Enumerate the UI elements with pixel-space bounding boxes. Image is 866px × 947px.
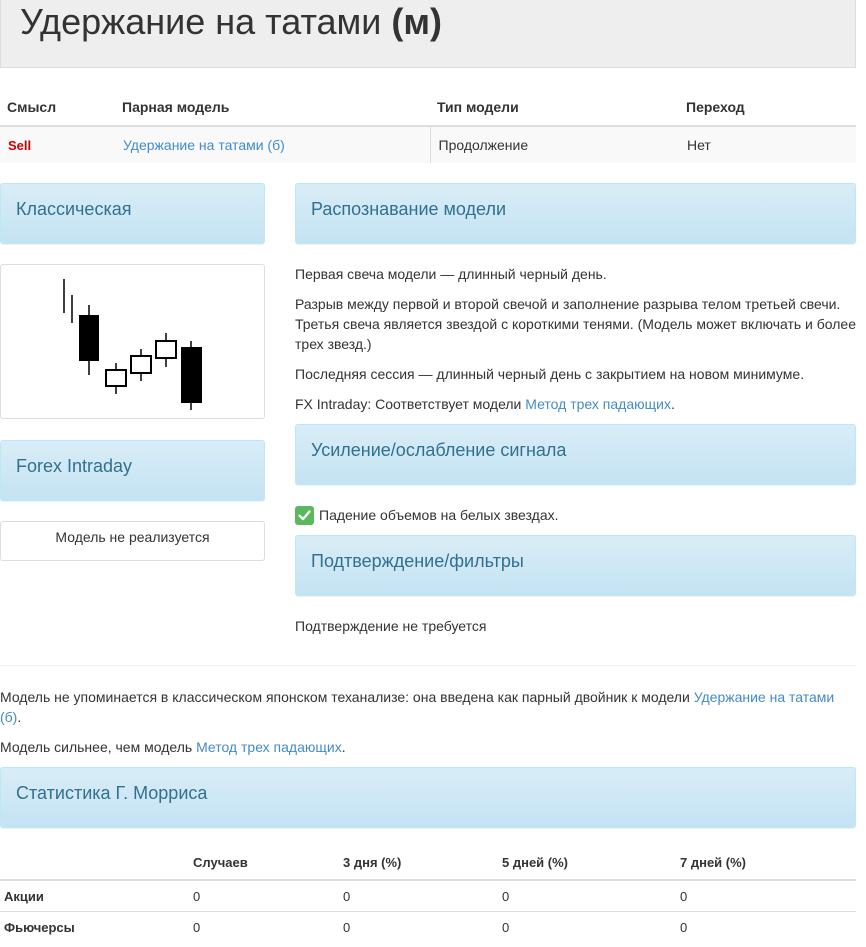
paired-model-link[interactable]: Удержание на татами (б) xyxy=(123,137,285,153)
col-type: Тип модели xyxy=(430,88,679,127)
recognition-p3: Последняя сессия — длинный черный день с… xyxy=(295,366,805,382)
classic-panel-heading: Классическая xyxy=(0,183,265,244)
col-5days: 5 дней (%) xyxy=(502,846,680,881)
stats-table: Случаев 3 дня (%) 5 дней (%) 7 дней (%) … xyxy=(0,846,856,942)
model-type: Продолжение xyxy=(429,126,679,163)
confirm-text: Подтверждение не требуется xyxy=(295,618,487,634)
note-2: Модель сильнее, чем модель Метод трех па… xyxy=(0,739,346,755)
page-header: Удержание на татами (м) xyxy=(0,0,856,68)
three-falling-note-link[interactable]: Метод трех падающих xyxy=(196,739,342,755)
classic-pattern-image xyxy=(0,264,265,419)
transition-value: Нет xyxy=(679,126,856,163)
candlestick-chart xyxy=(63,279,202,410)
three-falling-link[interactable]: Метод трех падающих xyxy=(525,396,671,412)
check-icon xyxy=(295,505,314,525)
col-3days: 3 дня (%) xyxy=(343,846,502,881)
col-7days: 7 дней (%) xyxy=(680,846,856,881)
confirm-panel-heading: Подтверждение/фильтры xyxy=(295,535,856,596)
table-row: Акции 0 0 0 0 xyxy=(0,879,856,912)
page-title: Удержание на татами (м) xyxy=(20,1,443,42)
signal-panel-heading: Усиление/ослабление сигнала xyxy=(295,424,856,485)
stats-panel-heading: Статистика Г. Морриса xyxy=(0,767,856,828)
info-table: Смысл Парная модель Тип модели Переход S… xyxy=(0,88,856,163)
col-transition: Переход xyxy=(679,88,856,127)
forex-panel-body: Модель не реализуется xyxy=(0,521,265,561)
signal-item: Падение объемов на белых звездах. xyxy=(295,505,860,526)
col-paired: Парная модель xyxy=(115,88,430,127)
signal-sell: Sell xyxy=(8,138,32,153)
col-meaning: Смысл xyxy=(0,88,115,127)
recognition-p1: Первая свеча модели — длинный черный ден… xyxy=(295,266,607,282)
recognition-p2: Разрыв между первой и второй свечой и за… xyxy=(295,296,857,352)
recognition-p4: FX Intraday: Соответствует модели Метод … xyxy=(295,396,675,412)
table-row: Sell Удержание на татами (б) Продолжение… xyxy=(0,126,856,163)
table-row: Фьючерсы 0 0 0 0 xyxy=(0,911,856,942)
col-cases: Случаев xyxy=(193,846,343,881)
recognition-panel-heading: Распознавание модели xyxy=(295,183,856,244)
divider xyxy=(0,665,856,666)
forex-panel-heading: Forex Intraday xyxy=(0,440,265,501)
note-1: Модель не упоминается в классическом япо… xyxy=(0,689,835,725)
